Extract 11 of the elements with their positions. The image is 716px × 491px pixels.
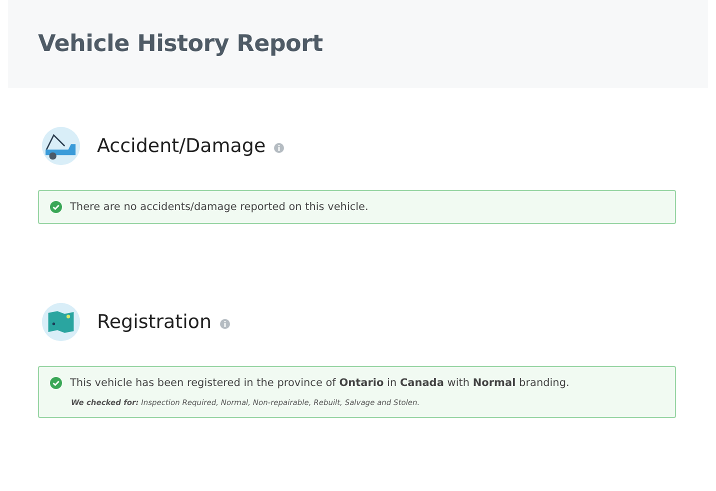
section-title: Accident/Damage xyxy=(97,135,266,157)
info-icon[interactable] xyxy=(274,142,284,152)
check-icon xyxy=(50,201,62,213)
page-title: Vehicle History Report xyxy=(38,31,323,57)
alert-message: There are no accidents/damage reported on this vehicle. xyxy=(70,201,368,213)
alert-message: This vehicle has been registered in the province of Ontario in Canada with Normal branding. xyxy=(70,377,570,389)
tow-truck-icon xyxy=(41,126,81,166)
map-icon xyxy=(41,302,81,342)
section-title: Registration xyxy=(97,311,212,333)
check-icon xyxy=(50,377,62,389)
info-icon[interactable] xyxy=(220,318,230,328)
